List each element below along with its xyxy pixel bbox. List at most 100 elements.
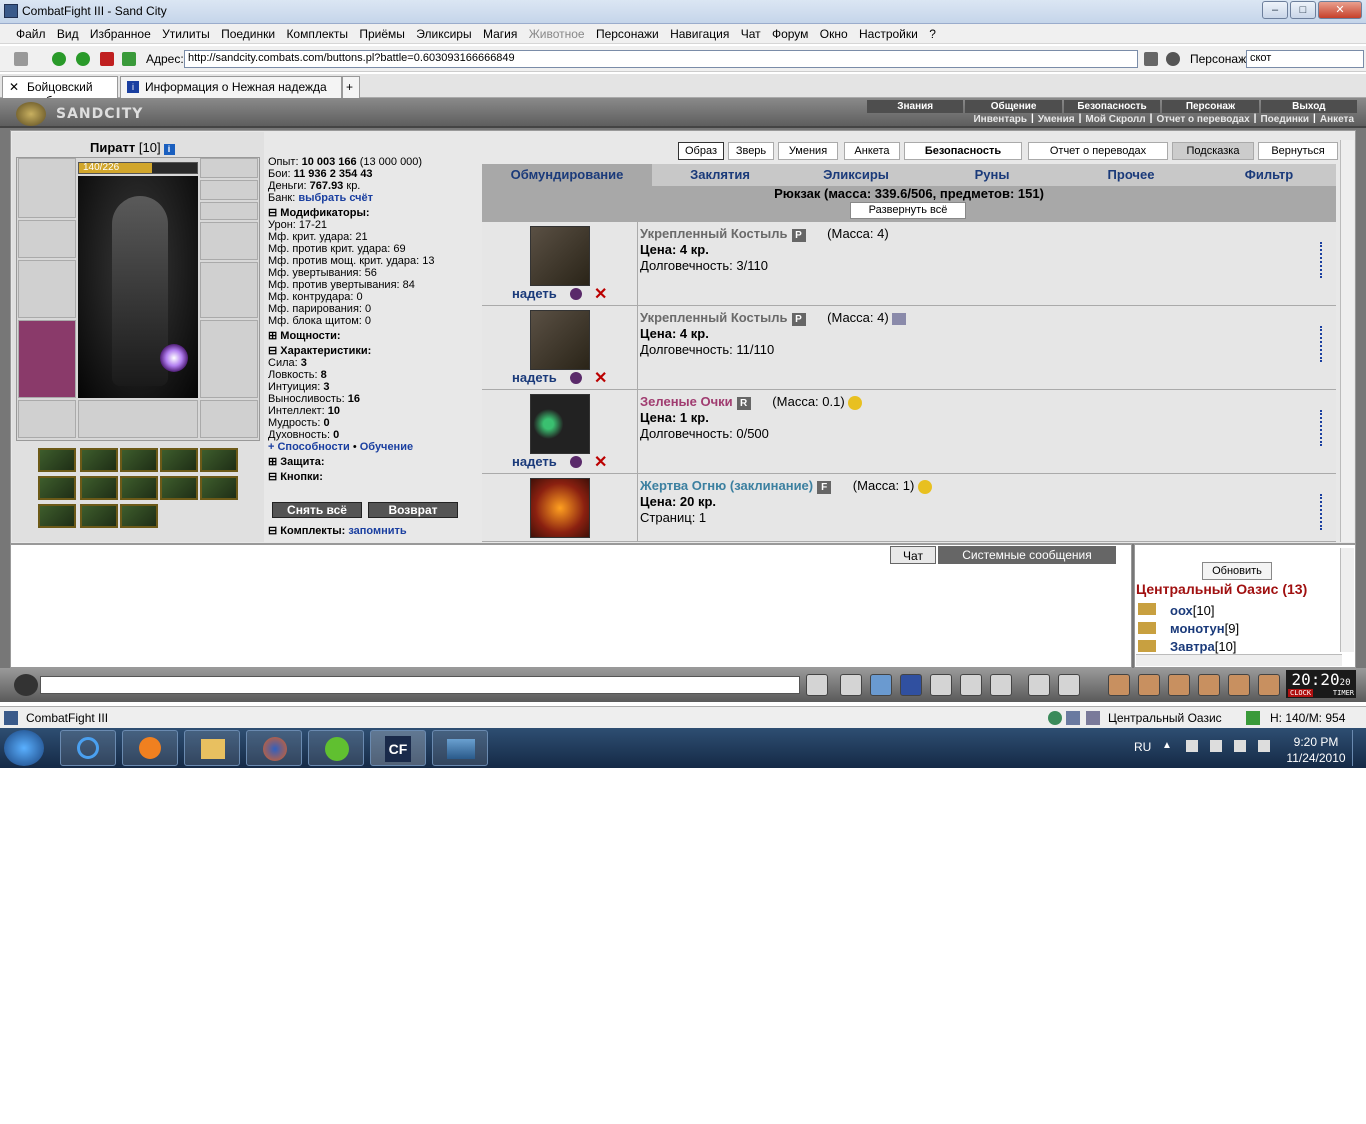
security-button[interactable]: Безопасность bbox=[904, 142, 1022, 160]
flag-icon[interactable] bbox=[1186, 740, 1198, 752]
filter-icon[interactable] bbox=[870, 674, 892, 696]
boots-slot[interactable] bbox=[200, 400, 258, 438]
gift-icon[interactable] bbox=[570, 372, 582, 384]
tab-other[interactable]: Прочее bbox=[1060, 164, 1202, 186]
close-button[interactable]: ✕ bbox=[1318, 1, 1362, 19]
scroll-icon[interactable] bbox=[1138, 674, 1160, 696]
combatfight-app[interactable]: CF bbox=[370, 730, 426, 766]
menu-sets[interactable]: Комплекты bbox=[282, 24, 352, 41]
magic-icon[interactable] bbox=[1168, 674, 1190, 696]
menu-settings[interactable]: Настройки bbox=[855, 24, 922, 41]
belt-item[interactable] bbox=[120, 504, 158, 528]
move-arrow-icon[interactable] bbox=[1320, 242, 1324, 278]
transfer-report-button[interactable]: Отчет о переводах bbox=[1028, 142, 1168, 160]
belt-item[interactable] bbox=[38, 504, 76, 528]
menu-help[interactable]: ? bbox=[925, 24, 940, 41]
helmet-icon[interactable] bbox=[1058, 674, 1080, 696]
pin-icon[interactable] bbox=[14, 52, 28, 66]
refresh-button[interactable]: Обновить bbox=[1202, 562, 1272, 580]
back-button[interactable]: Вернуться bbox=[1258, 142, 1338, 160]
buttons-header[interactable]: ⊟ Кнопки: bbox=[268, 471, 480, 483]
belt-item[interactable] bbox=[200, 476, 238, 500]
belt-item[interactable] bbox=[80, 504, 118, 528]
menu-chat[interactable]: Чат bbox=[737, 24, 765, 41]
tab-fight-club[interactable]: ✕ Бойцовский клуб bbox=[2, 76, 118, 108]
firefox-app[interactable] bbox=[246, 730, 302, 766]
close-page-icon[interactable] bbox=[1144, 52, 1158, 66]
new-tab-button[interactable]: + bbox=[342, 76, 360, 98]
window-icon[interactable] bbox=[1086, 711, 1100, 725]
belt-item[interactable] bbox=[38, 448, 76, 472]
menu-characters[interactable]: Персонажи bbox=[592, 24, 663, 41]
nav-knowledge[interactable]: Знания bbox=[867, 100, 964, 113]
belt-item[interactable] bbox=[38, 476, 76, 500]
item-name[interactable]: Жертва Огню (заклинание) F (Масса: 1) bbox=[640, 478, 932, 494]
return-button[interactable]: Возврат bbox=[368, 502, 458, 518]
belt-item[interactable] bbox=[160, 476, 198, 500]
explorer-app[interactable] bbox=[184, 730, 240, 766]
tab-spells[interactable]: Заклятия bbox=[652, 164, 788, 186]
fire-scroll-item-image[interactable] bbox=[530, 478, 590, 538]
modifiers-header[interactable]: ⊟ Модификаторы: bbox=[268, 207, 480, 219]
tab-runes[interactable]: Руны bbox=[924, 164, 1060, 186]
tab-equipment[interactable]: Обмундирование bbox=[482, 164, 652, 186]
abilities-link[interactable]: + Способности bbox=[268, 441, 350, 453]
ie-app[interactable] bbox=[60, 730, 116, 766]
nav-skills[interactable]: Умения bbox=[1034, 113, 1079, 126]
nav-character[interactable]: Персонаж bbox=[1162, 100, 1259, 113]
shield-slot[interactable] bbox=[200, 262, 258, 318]
nav-fights[interactable]: Поединки bbox=[1256, 113, 1313, 126]
menu-techniques[interactable]: Приёмы bbox=[355, 24, 409, 41]
menu-navigation[interactable]: Навигация bbox=[666, 24, 733, 41]
exit-icon[interactable] bbox=[1258, 674, 1280, 696]
remember-set-link[interactable]: запомнить bbox=[348, 525, 406, 537]
move-arrow-icon[interactable] bbox=[1320, 494, 1324, 530]
menu-favorites[interactable]: Избранное bbox=[86, 24, 155, 41]
forward-icon[interactable] bbox=[76, 52, 90, 66]
horizontal-scrollbar[interactable] bbox=[1136, 654, 1342, 666]
stop-icon[interactable] bbox=[100, 52, 114, 66]
crutch-item-image[interactable] bbox=[530, 226, 590, 286]
nav-transfer-report[interactable]: Отчет о переводах bbox=[1152, 113, 1253, 126]
wear-link[interactable]: надеть bbox=[512, 454, 557, 469]
save-icon[interactable] bbox=[900, 674, 922, 696]
menu-utils[interactable]: Утилиты bbox=[158, 24, 214, 41]
rings-slot[interactable] bbox=[200, 202, 258, 220]
earrings-slot[interactable] bbox=[200, 158, 258, 178]
person-icon[interactable] bbox=[930, 674, 952, 696]
refresh-icon[interactable] bbox=[122, 52, 136, 66]
user-item[interactable]: Завтра[10] bbox=[1170, 639, 1236, 655]
bag-icon[interactable] bbox=[1228, 674, 1250, 696]
tray-expand-icon[interactable]: ▲ bbox=[1162, 740, 1172, 751]
attack-icon[interactable] bbox=[1138, 603, 1156, 615]
menu-view[interactable]: Вид bbox=[53, 24, 83, 41]
belt-item[interactable] bbox=[120, 476, 158, 500]
belt-slot[interactable] bbox=[18, 400, 76, 438]
menu-window[interactable]: Окно bbox=[816, 24, 852, 41]
move-arrow-icon[interactable] bbox=[1320, 326, 1324, 362]
language-indicator[interactable]: RU bbox=[1134, 740, 1151, 754]
delete-icon[interactable]: ✕ bbox=[594, 452, 607, 472]
photo-app[interactable] bbox=[432, 730, 488, 766]
amulet-slot[interactable] bbox=[200, 180, 258, 200]
goggles-item-image[interactable] bbox=[530, 394, 590, 454]
powers-header[interactable]: ⊞ Мощности: bbox=[268, 330, 480, 342]
protection-header[interactable]: ⊞ Защита: bbox=[268, 456, 480, 468]
tab-elixirs[interactable]: Эликсиры bbox=[788, 164, 924, 186]
item-name[interactable]: Укрепленный Костыль P (Масса: 4) bbox=[640, 226, 889, 242]
nav-inventory[interactable]: Инвентарь bbox=[969, 113, 1031, 126]
user-item[interactable]: оох[10] bbox=[1170, 603, 1214, 618]
back-icon[interactable] bbox=[52, 52, 66, 66]
menu-animal[interactable]: Животное bbox=[525, 24, 589, 41]
chars-header[interactable]: ⊟ Характеристики: bbox=[268, 345, 480, 357]
gloves-slot[interactable] bbox=[200, 222, 258, 260]
menu-forum[interactable]: Форум bbox=[768, 24, 812, 41]
gift-icon[interactable] bbox=[570, 288, 582, 300]
attack-icon[interactable] bbox=[1138, 622, 1156, 634]
item-name[interactable]: Укрепленный Костыль P (Масса: 4) bbox=[640, 310, 907, 326]
tab-system-messages[interactable]: Системные сообщения bbox=[938, 546, 1116, 564]
move-arrow-icon[interactable] bbox=[1320, 410, 1324, 446]
attack-icon[interactable] bbox=[1138, 640, 1156, 652]
wear-link[interactable]: надеть bbox=[512, 286, 557, 301]
bracers-slot[interactable] bbox=[18, 220, 76, 258]
